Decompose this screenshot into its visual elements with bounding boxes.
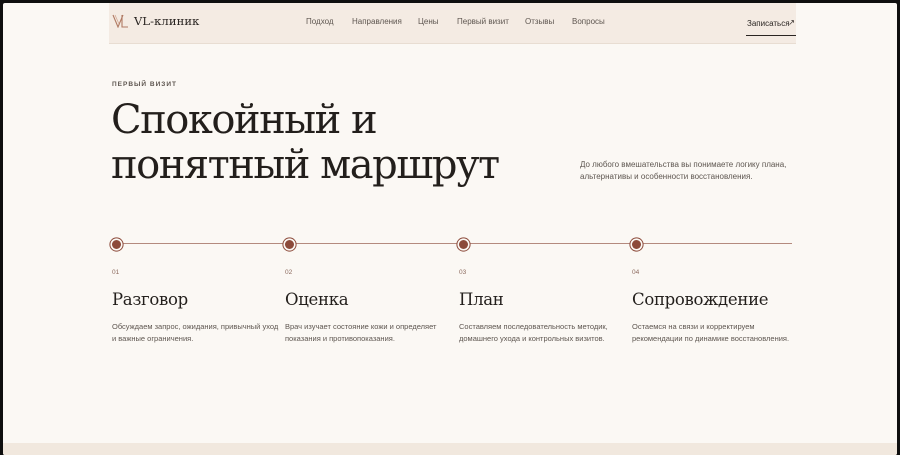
book-button-label: Записаться <box>747 19 790 28</box>
step-title: План <box>459 290 504 309</box>
timeline-dot <box>112 240 121 249</box>
page-title: Спокойный и понятный маршрут <box>111 97 500 188</box>
timeline-dot <box>632 240 641 249</box>
timeline-dot <box>285 240 294 249</box>
step-description: Составляем последовательность методик, д… <box>459 322 608 343</box>
nav-item-questions[interactable]: Вопросы <box>572 17 605 26</box>
step-number: 02 <box>285 269 293 276</box>
step-number: 04 <box>632 269 640 276</box>
next-section-edge <box>3 443 897 455</box>
step-number: 01 <box>112 269 120 276</box>
nav-item-prices[interactable]: Цены <box>418 17 439 26</box>
nav-item-directions[interactable]: Направления <box>352 17 402 26</box>
timeline-line <box>115 243 792 244</box>
timeline-dot <box>459 240 468 249</box>
step-title: Сопровождение <box>632 290 769 309</box>
nav-item-approach[interactable]: Подход <box>306 17 334 26</box>
step-number: 03 <box>459 269 467 276</box>
VL-monogram-icon <box>112 14 128 28</box>
section-eyebrow: ПЕРВЫЙ ВИЗИТ <box>112 81 177 88</box>
hero-lead: До любого вмешательства вы понимаете лог… <box>580 160 787 181</box>
arrow-up-right-icon: ↗ <box>788 18 795 27</box>
nav-item-first-visit[interactable]: Первый визит <box>457 17 509 26</box>
book-button[interactable]: Записаться ↗ <box>746 16 796 36</box>
brand-logo[interactable]: VL-клиник <box>112 14 199 28</box>
page-frame: VL-клиник Подход Направления Цены Первый… <box>3 3 897 455</box>
step-description: Остаемся на связи и корректируем рекомен… <box>632 322 790 343</box>
step-description: Врач изучает состояние кожи и определяет… <box>285 322 437 343</box>
site-header: VL-клиник Подход Направления Цены Первый… <box>109 3 796 44</box>
step-title: Оценка <box>285 290 349 309</box>
nav-item-reviews[interactable]: Отзывы <box>525 17 554 26</box>
brand-name: VL-клиник <box>134 14 200 28</box>
step-title: Разговор <box>112 290 188 309</box>
step-description: Обсуждаем запрос, ожидания, привычный ух… <box>112 322 279 343</box>
